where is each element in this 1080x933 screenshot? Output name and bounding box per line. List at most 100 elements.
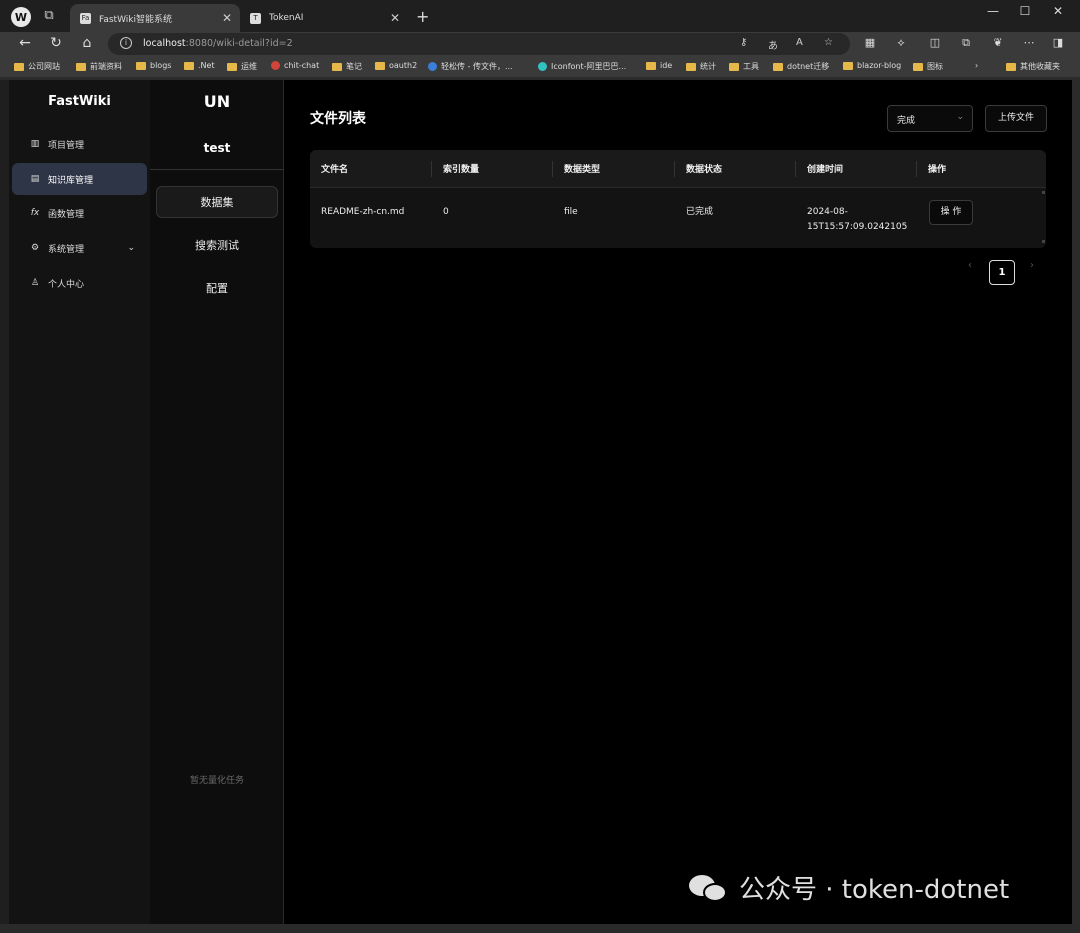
bookmark-item[interactable]: 前端资料 [76,61,122,72]
status-filter-select[interactable]: 完成 ⌄ [887,105,973,132]
site-info-icon[interactable]: i [120,37,132,49]
chit-chat-icon [271,61,280,70]
row-action-button[interactable]: 操 作 [929,200,973,225]
workspaces-icon[interactable]: ⧉ [41,8,57,24]
key-icon[interactable]: ⚷ [740,37,747,48]
bookmark-item[interactable]: 工具 [729,61,759,72]
bookmark-item[interactable]: chit-chat [271,61,319,70]
project-icon: ▥ [30,139,40,149]
sidebar-item-profile[interactable]: ♙ 个人中心 [12,267,147,299]
wiki-avatar: UN [203,92,231,111]
collections-icon[interactable]: ⧉ [958,36,974,50]
qr-icon[interactable]: ▦ [862,36,878,49]
chevron-down-icon: ⌄ [956,112,964,122]
url-input[interactable]: i localhost:8080/wiki-detail?id=2 ⚷ あ A … [108,33,850,55]
folder-icon [227,62,237,71]
pagination-page[interactable]: 1 [989,260,1015,285]
sidebar-item-system[interactable]: ⚙ 系统管理 ⌄ [12,232,147,264]
pagination-next[interactable]: › [1030,260,1034,271]
wechat-icon [689,873,729,903]
home-icon[interactable]: ⌂ [78,35,96,51]
page-title: 文件列表 [310,111,366,127]
panel-item-search-test[interactable]: 搜索测试 [156,230,278,262]
address-bar: ← ↻ ⌂ i localhost:8080/wiki-detail?id=2 … [0,32,1080,57]
column-separator [431,161,432,177]
close-window-button[interactable]: ✕ [1048,4,1068,18]
chevron-right-icon[interactable]: › [975,61,978,70]
desktop-edge [0,80,9,933]
folder-icon [729,62,739,71]
divider [150,169,284,170]
bookmark-item[interactable]: oauth2 [375,61,417,70]
bookmark-item[interactable]: 轻松传 - 传文件，... [428,61,513,72]
bookmark-item[interactable]: 图标 [913,61,943,72]
sidebar-item-functions[interactable]: fx 函数管理 [12,197,147,229]
url-text[interactable]: localhost:8080/wiki-detail?id=2 [143,38,293,49]
read-aloud-icon[interactable]: A [796,37,803,48]
column-header: 操作 [928,165,947,175]
column-header: 数据类型 [564,165,601,175]
extensions-icon[interactable]: ⟡ [893,36,909,50]
app-sidebar: FastWiki ▥ 项目管理 ▤ 知识库管理 fx 函数管理 ⚙ 系统管理 ⌄… [9,80,150,924]
refresh-icon[interactable]: ↻ [47,35,65,51]
gear-icon: ⚙ [30,243,40,253]
sidebar-item-projects[interactable]: ▥ 项目管理 [12,128,147,160]
tab-title: TokenAI [269,13,304,23]
data-status-cell: 已完成 [686,207,714,217]
wiki-panel: UN test 数据集 搜索测试 配置 暂无量化任务 [150,80,284,924]
file-table: 文件名 索引数量 数据类型 数据状态 创建时间 操作 README-zh-cn.… [310,150,1046,248]
index-count-cell: 0 [443,207,449,217]
sidebar-toggle-icon[interactable]: ◨ [1050,36,1066,49]
tab-fastwiki[interactable]: Fa FastWiki智能系统 ✕ [70,4,240,32]
column-header: 数据状态 [686,165,723,175]
folder-icon [913,62,923,71]
bookmark-item[interactable]: 公司网站 [14,61,60,72]
bookmark-item[interactable]: .Net [184,61,215,70]
created-time-cell: 2024-08- 15T15:57:09.0242105 [807,207,908,232]
upload-site-icon [428,62,437,71]
profile-avatar[interactable]: W [11,7,31,27]
folder-icon [332,62,342,71]
bookmark-item[interactable]: dotnet迁移 [773,61,829,72]
bookmark-item[interactable]: 统计 [686,61,716,72]
app-brand: FastWiki [48,94,111,109]
bookmark-item[interactable]: 笔记 [332,61,362,72]
sidebar-item-knowledge-base[interactable]: ▤ 知识库管理 [12,163,147,195]
folder-icon [843,61,853,70]
bookmark-item[interactable]: blazor-blog [843,61,901,70]
user-icon: ♙ [30,278,40,288]
translate-icon[interactable]: あ [768,37,778,52]
maximize-button[interactable]: ☐ [1015,4,1035,18]
column-separator [674,161,675,177]
split-screen-icon[interactable]: ◫ [927,36,943,49]
tab-tokenai[interactable]: T TokenAI ✕ [240,4,408,32]
empty-tasks-text: 暂无量化任务 [189,776,244,786]
back-icon[interactable]: ← [16,35,34,51]
iconfont-icon [538,62,547,71]
bookmark-item[interactable]: 其他收藏夹 [1006,61,1060,72]
minimize-button[interactable]: — [983,4,1003,18]
upload-file-button[interactable]: 上传文件 [985,105,1047,132]
close-tab-icon[interactable]: ✕ [390,11,400,25]
column-separator [795,161,796,177]
folder-icon [136,61,146,70]
pagination-prev[interactable]: ‹ [968,260,972,271]
column-header: 创建时间 [807,165,844,175]
close-tab-icon[interactable]: ✕ [222,11,232,25]
tab-title: FastWiki智能系统 [99,14,172,25]
favorite-star-icon[interactable]: ☆ [824,37,833,48]
scrollbar-arrow[interactable] [1042,240,1045,243]
folder-icon [76,62,86,71]
copilot-icon[interactable]: ❦ [990,36,1006,49]
panel-item-config[interactable]: 配置 [156,273,278,305]
tab-bar: W ⧉ Fa FastWiki智能系统 ✕ T TokenAI ✕ + — ☐ … [0,0,1080,32]
bookmark-item[interactable]: blogs [136,61,171,70]
bookmark-item[interactable]: 运维 [227,61,257,72]
more-menu-icon[interactable]: ⋯ [1021,36,1037,49]
bookmark-item[interactable]: Iconfont-阿里巴巴... [538,61,626,72]
panel-item-dataset[interactable]: 数据集 [156,186,278,218]
scrollbar-arrow[interactable] [1042,191,1045,194]
column-header: 文件名 [321,165,349,175]
new-tab-icon[interactable]: + [416,7,429,26]
bookmark-item[interactable]: ide [646,61,672,70]
